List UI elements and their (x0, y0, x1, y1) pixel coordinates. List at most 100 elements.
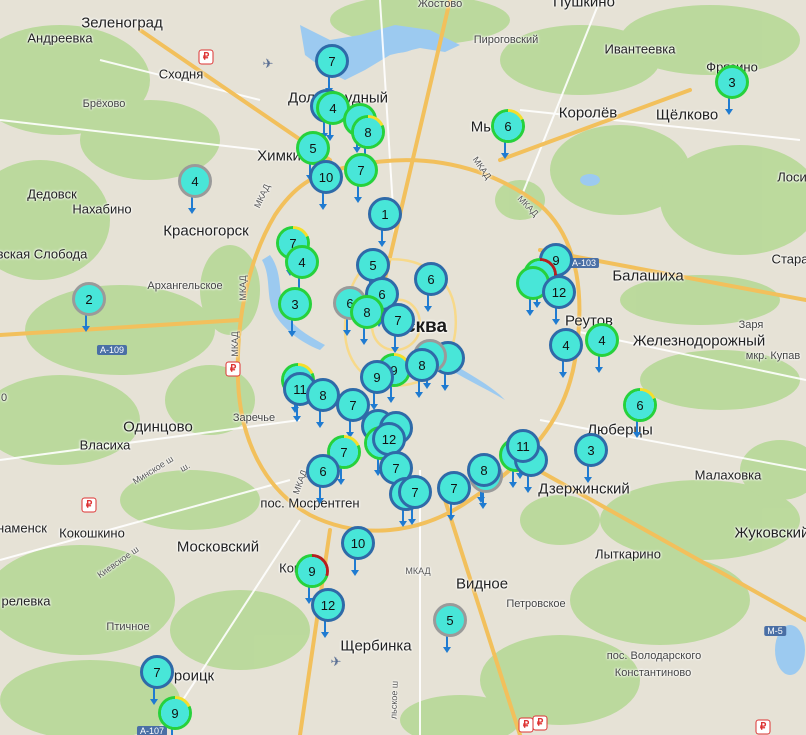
fuel-station-icon[interactable]: ₽ (81, 497, 97, 513)
place-label-zhostovo: Жостово (417, 0, 463, 10)
place-label-zero: 0 (0, 392, 8, 404)
cluster-count: 6 (636, 397, 644, 413)
cluster-count: 9 (171, 705, 179, 721)
cluster-pointer (351, 558, 359, 576)
place-label-nakhabino: Нахабино (72, 201, 132, 217)
marker-cluster[interactable]: 10 (341, 526, 375, 560)
place-label-balashikha: Балашиха (612, 267, 684, 285)
cluster-pointer (725, 97, 733, 115)
map-view[interactable]: Зеленоград Андреевка Сходня Брёхово Дедовск Н… (0, 0, 806, 735)
marker-cluster[interactable]: 8 (467, 453, 501, 487)
marker-cluster[interactable]: 9 (360, 360, 394, 394)
marker-cluster[interactable]: 4 (549, 328, 583, 362)
place-label-namensk: наменск (0, 520, 47, 536)
fuel-station-icon[interactable]: ₽ (532, 715, 548, 731)
marker-cluster[interactable]: 12 (311, 588, 345, 622)
cluster-count: 10 (318, 169, 334, 185)
marker-cluster[interactable]: 3 (715, 65, 749, 99)
marker-cluster[interactable]: 8 (351, 115, 385, 149)
fuel-station-icon[interactable]: ₽ (198, 49, 214, 65)
marker-cluster[interactable]: 6 (414, 262, 448, 296)
marker-cluster[interactable]: 6 (623, 388, 657, 422)
cluster-count: 1 (381, 206, 389, 222)
road-label: МКАД (405, 566, 431, 576)
marker-cluster[interactable]: 7 (344, 153, 378, 187)
place-label-dzerzhinsky: Дзержинский (538, 480, 630, 498)
marker-cluster[interactable]: 7 (140, 655, 174, 689)
cluster-count: 7 (450, 480, 458, 496)
highway-shield: М-5 (764, 626, 786, 636)
marker-cluster[interactable]: 9 (295, 554, 329, 588)
marker-cluster[interactable]: 2 (72, 282, 106, 316)
place-label-zheleznodorozhny: Железнодорожный (632, 332, 766, 350)
airport-icon: ✈ (330, 654, 342, 669)
marker-cluster[interactable]: 6 (306, 454, 340, 488)
place-label-zhukovsky: Жуковский (734, 524, 806, 542)
cluster-count: 4 (329, 100, 337, 116)
cluster-count: 3 (728, 74, 736, 90)
marker-cluster[interactable]: 7 (398, 475, 432, 509)
cluster-count: 2 (85, 291, 93, 307)
cluster-pointer (595, 355, 603, 373)
marker-cluster[interactable]: 7 (437, 471, 471, 505)
marker-cluster[interactable]: 8 (306, 378, 340, 412)
cluster-pointer (501, 141, 509, 159)
cluster-count: 8 (480, 462, 488, 478)
cluster-pointer (343, 318, 351, 336)
marker-cluster[interactable]: 4 (285, 245, 319, 279)
place-label-moskovsky: Московский (176, 538, 260, 556)
place-label-kokoshkino: Кокошкино (59, 525, 125, 541)
cluster-pointer (424, 294, 432, 312)
marker-cluster[interactable]: 8 (405, 348, 439, 382)
marker-cluster[interactable]: 10 (309, 160, 343, 194)
fuel-station-icon[interactable]: ₽ (518, 717, 534, 733)
cluster-pointer (188, 196, 196, 214)
marker-cluster[interactable]: 3 (278, 287, 312, 321)
cluster-pointer (552, 307, 560, 325)
cluster-pointer (526, 298, 534, 316)
place-label-petrovskoe: Петровское (506, 598, 566, 610)
cluster-count: 9 (308, 563, 316, 579)
cluster-pointer (293, 404, 301, 422)
cluster-pointer (524, 475, 532, 493)
marker-cluster[interactable]: 5 (433, 603, 467, 637)
cluster-pointer (346, 420, 354, 438)
marker-cluster[interactable]: 3 (574, 433, 608, 467)
fuel-station-icon[interactable]: ₽ (755, 719, 771, 735)
marker-cluster[interactable]: 4 (178, 164, 212, 198)
cluster-count: 11 (516, 438, 530, 454)
place-label-mosrentgen: пос. Мосрентген (260, 495, 360, 511)
marker-cluster[interactable]: 11 (506, 429, 540, 463)
cluster-count: 3 (291, 296, 299, 312)
marker-cluster[interactable]: 7 (381, 303, 415, 337)
marker-cluster[interactable]: 8 (350, 295, 384, 329)
cluster-pointer (391, 335, 399, 353)
cluster-count: 7 (328, 53, 336, 69)
cluster-count: 8 (319, 387, 327, 403)
cluster-count: 8 (363, 304, 371, 320)
marker-cluster[interactable]: 4 (585, 323, 619, 357)
marker-cluster[interactable]: 9 (158, 696, 192, 730)
cluster-count: 4 (298, 254, 306, 270)
cluster-count: 12 (551, 284, 567, 300)
marker-cluster[interactable]: 1 (368, 197, 402, 231)
cluster-pointer (321, 620, 329, 638)
cluster-pointer (360, 327, 368, 345)
marker-cluster[interactable]: 7 (315, 44, 349, 78)
cluster-pointer (378, 229, 386, 247)
place-label-zarechye: Заречье (232, 412, 276, 424)
cluster-count: 6 (504, 118, 512, 134)
cluster-pointer (150, 687, 158, 705)
cluster-count: 7 (411, 484, 419, 500)
place-label-zarya: Заря (738, 319, 764, 331)
place-label-kupav: мкр. Купав (745, 350, 801, 362)
fuel-station-icon[interactable]: ₽ (225, 361, 241, 377)
cluster-pointer (443, 635, 451, 653)
marker-cluster[interactable]: 12 (542, 275, 576, 309)
highway-shield: А-107 (136, 726, 168, 735)
place-label-odintsovo: Одинцово (123, 418, 193, 436)
place-label-stara: Стара (771, 251, 806, 267)
cluster-count: 8 (418, 357, 426, 373)
place-label-brekhovo: Брёхово (82, 98, 126, 110)
marker-cluster[interactable]: 6 (491, 109, 525, 143)
